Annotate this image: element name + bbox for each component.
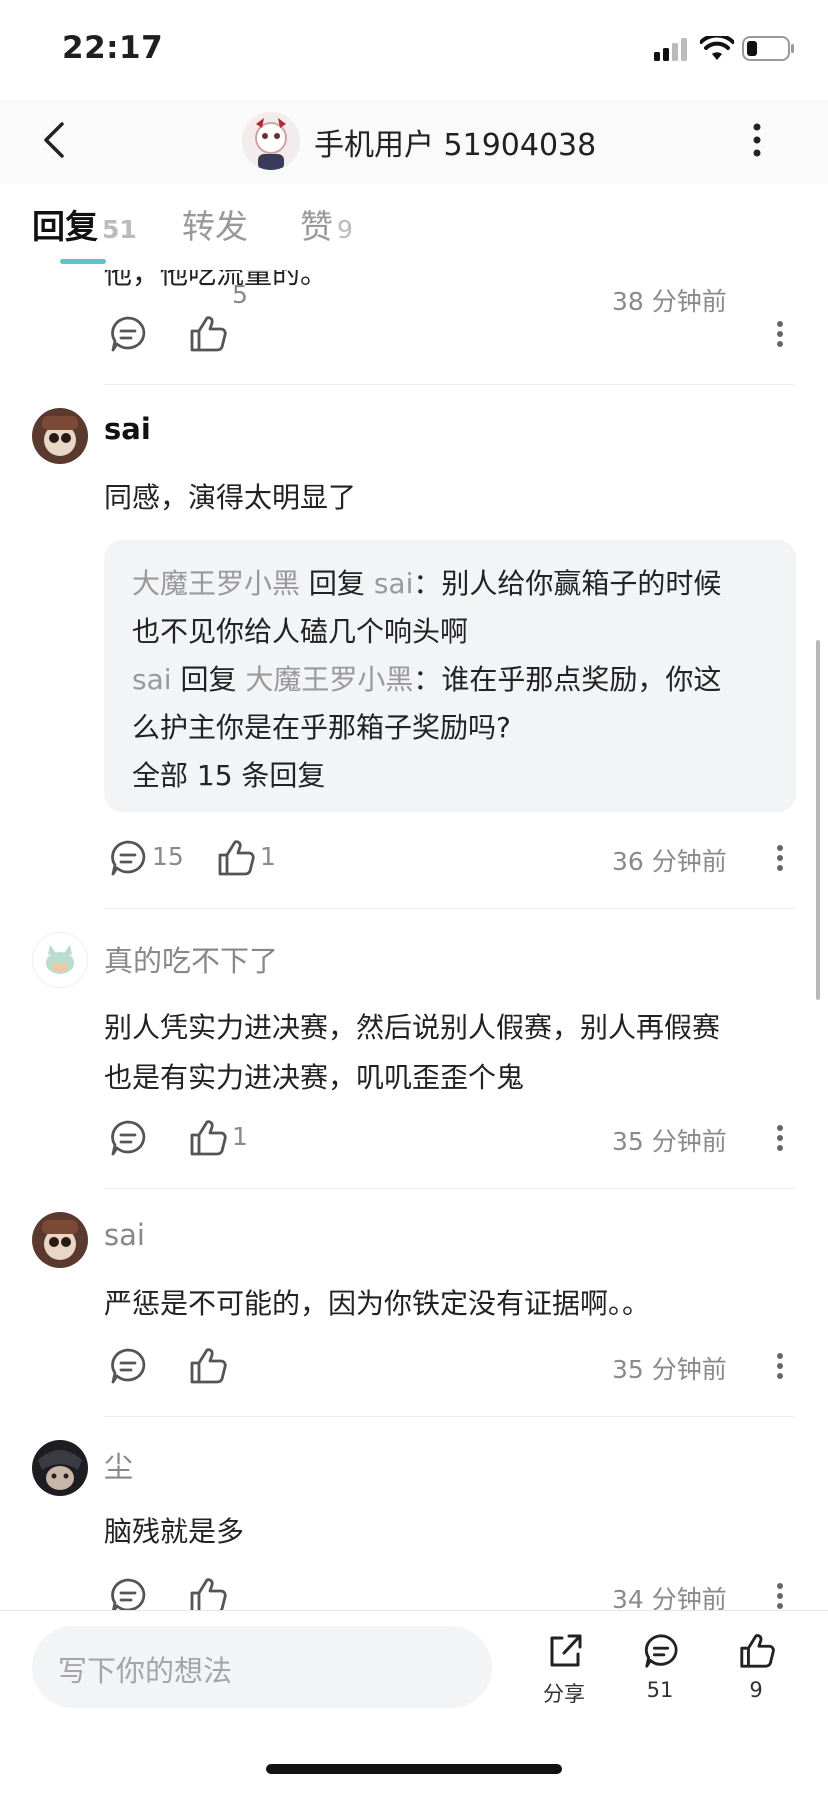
like-thumb-icon[interactable] xyxy=(188,314,228,354)
tab-reposts-label: 转发 xyxy=(182,207,248,246)
sub-reply-verb: 回复 xyxy=(308,567,365,600)
sub-reply-text-cont: 么护主你是在乎那箱子奖励吗? xyxy=(132,711,511,744)
commenter-name[interactable]: 尘 xyxy=(104,1444,133,1486)
sub-reply-author[interactable]: sai xyxy=(132,663,172,696)
comment-input-placeholder: 写下你的想法 xyxy=(58,1654,233,1688)
comment-time: 35 分钟前 xyxy=(612,1355,727,1384)
commenter-name[interactable]: sai xyxy=(104,412,151,446)
active-tab-indicator xyxy=(60,259,106,264)
comments-button[interactable]: 51 xyxy=(620,1628,700,1708)
comment-text: 严惩是不可能的，因为你铁定没有证据啊。。 xyxy=(104,1287,651,1320)
comment-text: 他，他吃流量的。 xyxy=(104,270,329,290)
like-count: 1 xyxy=(232,1122,248,1151)
tab-replies-count: 51 xyxy=(102,215,137,244)
like-thumb-icon[interactable] xyxy=(188,1118,228,1158)
sub-reply-line: 大魔王罗小黑 回复 sai：别人给你赢箱子的时候 xyxy=(132,562,721,602)
status-time: 22:17 xyxy=(62,30,164,66)
likes-count: 9 xyxy=(749,1678,763,1702)
comment-text: 别人凭实力进决赛，然后说别人假赛，别人再假赛 xyxy=(104,1011,721,1044)
battery-icon xyxy=(742,36,794,61)
sub-reply-text-cont: 也不见你给人磕几个响头啊 xyxy=(132,615,469,648)
comment-text-cont: 也是有实力进决赛，叽叽歪歪个鬼 xyxy=(104,1061,525,1094)
divider xyxy=(104,384,794,385)
divider xyxy=(104,908,794,909)
comment-time: 36 分钟前 xyxy=(612,847,727,876)
tab-replies[interactable]: 回复 51 xyxy=(32,200,137,248)
comment-feed: 他，他吃流量的。 5 38 分钟前 sai 同感，演得太明显了 大魔王罗小黑 回… xyxy=(0,270,828,1610)
reply-count: 15 xyxy=(152,842,184,871)
more-options-icon[interactable] xyxy=(752,122,762,158)
commenter-name[interactable]: sai xyxy=(104,1218,145,1252)
share-button[interactable]: 分享 xyxy=(524,1628,604,1708)
all-replies-link[interactable]: 全部 15 条回复 xyxy=(132,754,325,794)
comment-time: 38 分钟前 xyxy=(612,287,727,316)
comment-time: 34 分钟前 xyxy=(612,1585,727,1610)
comment-more-icon[interactable] xyxy=(776,844,784,872)
scrollbar[interactable] xyxy=(816,640,820,1000)
comments-count: 51 xyxy=(646,1678,674,1702)
comment-icon xyxy=(644,1634,678,1668)
cellular-signal-icon xyxy=(654,38,687,61)
commenter-name[interactable]: 真的吃不下了 xyxy=(104,938,278,980)
sub-reply-text: ：谁在乎那点奖励，你这 xyxy=(413,663,722,696)
tab-replies-label: 回复 xyxy=(32,207,98,246)
like-thumb-icon xyxy=(740,1634,775,1668)
sub-reply-line: sai 回复 大魔王罗小黑：谁在乎那点奖励，你这 xyxy=(132,658,721,698)
comment-text: 同感，演得太明显了 xyxy=(104,481,357,514)
comment-more-icon[interactable] xyxy=(776,1124,784,1152)
back-arrow-icon[interactable] xyxy=(38,118,70,162)
user-avatar[interactable] xyxy=(242,112,300,170)
divider xyxy=(104,1188,794,1189)
page-title: 手机用户 51904038 xyxy=(314,128,597,163)
comment-more-icon[interactable] xyxy=(776,1582,784,1610)
home-indicator xyxy=(266,1764,562,1774)
comment-icon[interactable] xyxy=(108,1118,148,1158)
commenter-avatar[interactable] xyxy=(32,932,88,988)
comment-more-icon[interactable] xyxy=(776,1352,784,1380)
like-thumb-icon[interactable] xyxy=(188,1346,228,1386)
wifi-icon xyxy=(700,36,734,60)
like-count: 1 xyxy=(260,842,276,871)
like-thumb-icon[interactable] xyxy=(216,838,256,878)
divider xyxy=(104,1416,794,1417)
like-button[interactable]: 9 xyxy=(716,1628,796,1708)
like-count: 5 xyxy=(232,280,248,309)
commenter-avatar[interactable] xyxy=(32,1212,88,1268)
comment-more-icon[interactable] xyxy=(776,320,784,348)
sub-reply-target[interactable]: sai xyxy=(374,567,414,600)
comment-time: 35 分钟前 xyxy=(612,1127,727,1156)
commenter-avatar[interactable] xyxy=(32,408,88,464)
comment-icon[interactable] xyxy=(108,1346,148,1386)
comment-icon[interactable] xyxy=(108,838,148,878)
comment-icon[interactable] xyxy=(108,1576,148,1610)
comment-icon[interactable] xyxy=(108,314,148,354)
tab-likes-count: 9 xyxy=(337,215,353,244)
commenter-avatar[interactable] xyxy=(32,1440,88,1496)
sub-reply-text: ：别人给你赢箱子的时候 xyxy=(413,567,722,600)
comment-text: 脑残就是多 xyxy=(104,1515,245,1548)
tab-likes[interactable]: 赞9 xyxy=(300,200,353,248)
status-bar: 22:17 xyxy=(0,0,828,100)
share-icon xyxy=(550,1634,582,1667)
sub-reply-target[interactable]: 大魔王罗小黑 xyxy=(245,663,413,696)
tab-likes-label: 赞 xyxy=(300,207,333,246)
tab-reposts[interactable]: 转发 xyxy=(182,200,248,248)
like-thumb-icon[interactable] xyxy=(188,1576,228,1610)
share-label: 分享 xyxy=(543,1682,585,1706)
sub-replies-box[interactable]: 大魔王罗小黑 回复 sai：别人给你赢箱子的时候 也不见你给人磕几个响头啊 sa… xyxy=(104,540,796,812)
sub-reply-verb: 回复 xyxy=(180,663,237,696)
sub-reply-author[interactable]: 大魔王罗小黑 xyxy=(132,567,300,600)
comment-input[interactable]: 写下你的想法 xyxy=(32,1626,492,1708)
